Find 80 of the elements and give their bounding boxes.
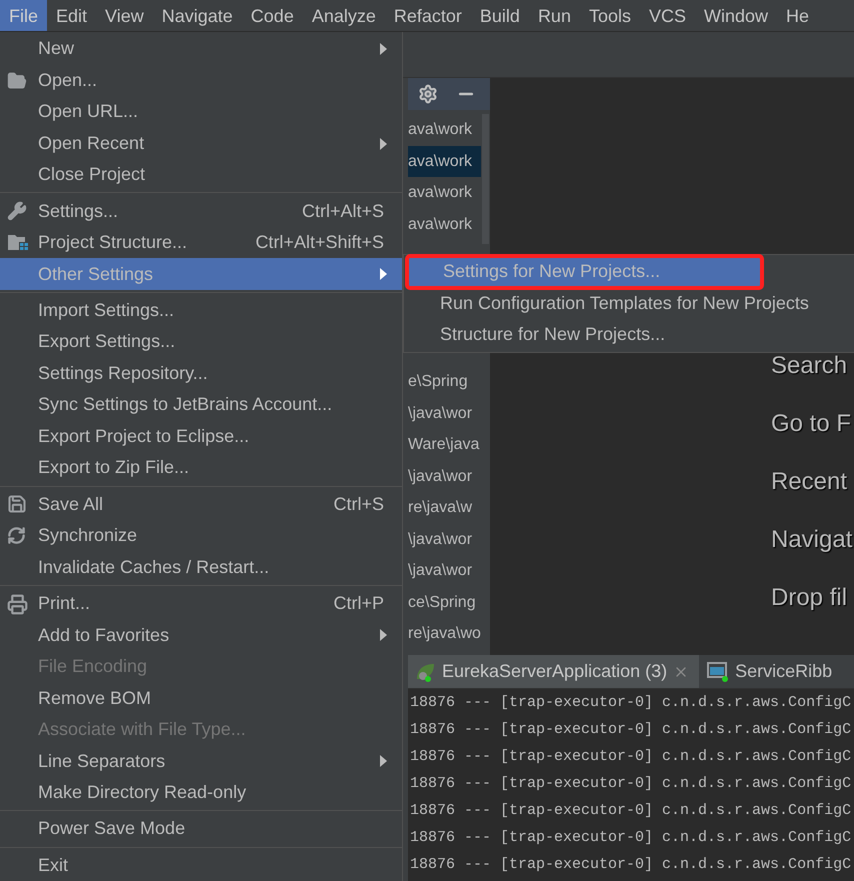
- folder-icon: [7, 70, 27, 90]
- menu-item[interactable]: Open Recent: [0, 128, 402, 159]
- menu-bar-item[interactable]: Code: [242, 0, 303, 31]
- menu-item[interactable]: Export Project to Eclipse...: [0, 420, 402, 452]
- menu-item[interactable]: Sync Settings to JetBrains Account...: [0, 389, 402, 421]
- menu-item[interactable]: Remove BOM: [0, 682, 402, 714]
- log-line: 18876 --- [trap-executor-0] c.n.d.s.r.aws.ConfigC: [410, 801, 852, 821]
- menu-item[interactable]: Add to Favorites: [0, 619, 402, 651]
- menu-item[interactable]: Power Save Mode: [0, 813, 402, 845]
- menu-bar-item[interactable]: VCS: [640, 0, 696, 31]
- menu-item[interactable]: Close Project: [0, 159, 402, 190]
- scrollbar[interactable]: [482, 114, 489, 244]
- shortcut: Ctrl+Alt+S: [302, 200, 384, 223]
- project-path[interactable]: ava\work: [408, 114, 481, 146]
- project-path[interactable]: \java\wor: [408, 555, 481, 586]
- log-line: 18876 --- [trap-executor-0] c.n.d.s.r.aws.ConfigC: [410, 720, 852, 740]
- menu-item[interactable]: Settings... Ctrl+Alt+S: [0, 195, 402, 227]
- folder-grid-icon: [7, 232, 29, 251]
- shortcut: Ctrl+P: [333, 592, 384, 616]
- log-line: 18876 --- [trap-executor-0] c.n.d.s.r.aws.ConfigC: [410, 828, 852, 848]
- sync-icon: [7, 526, 26, 545]
- log-line: 18876 --- [trap-executor-0] c.n.d.s.r.aws.ConfigC: [410, 747, 852, 767]
- welcome-hint: Recent: [771, 467, 848, 497]
- menu-bar-item[interactable]: Window: [695, 0, 778, 31]
- menu-bar-item[interactable]: View: [96, 0, 153, 31]
- menu-item[interactable]: Export Settings...: [0, 326, 402, 358]
- menu-bar-item[interactable]: Run: [528, 0, 580, 31]
- tab-label: EurekaServerApplication (3): [442, 660, 668, 683]
- menu-item[interactable]: New: [0, 33, 402, 64]
- menu-item[interactable]: Import Settings...: [0, 294, 402, 326]
- log-line: 18876 --- [trap-executor-0] c.n.d.s.r.aws.ConfigC: [410, 774, 852, 794]
- project-path[interactable]: ce\Spring: [408, 586, 481, 618]
- menu-item[interactable]: Settings Repository...: [0, 358, 402, 390]
- menu-item[interactable]: Run Configuration Templates for New Projects: [404, 288, 854, 319]
- printer-icon: [7, 594, 28, 615]
- wrench-icon: [7, 201, 27, 222]
- menu-item[interactable]: Print... Ctrl+P: [0, 588, 402, 620]
- save-icon: [7, 494, 27, 514]
- menu-bar-item[interactable]: Tools: [580, 0, 640, 31]
- project-path[interactable]: e\Spring: [408, 366, 481, 398]
- menu-item[interactable]: Open URL...: [0, 96, 402, 128]
- menu-bar-item[interactable]: Build: [470, 0, 529, 31]
- project-path[interactable]: re\java\wo: [408, 618, 481, 650]
- project-path[interactable]: Ware\java: [408, 429, 481, 460]
- project-path[interactable]: ava\work: [408, 177, 481, 208]
- menu-item[interactable]: Export to Zip File...: [0, 452, 402, 484]
- project-path[interactable]: \java\wor: [408, 460, 481, 492]
- shortcut: Ctrl+S: [333, 492, 384, 516]
- project-path[interactable]: ava\work: [408, 146, 481, 177]
- menu-item[interactable]: Save All Ctrl+S: [0, 488, 402, 520]
- project-path[interactable]: \java\wor: [408, 524, 481, 555]
- menu-bar-item[interactable]: Edit: [47, 0, 96, 31]
- menu-item[interactable]: Structure for New Projects...: [404, 319, 854, 350]
- menu-bar-item[interactable]: Refactor: [384, 0, 471, 31]
- console-tab[interactable]: ServiceRibb: [699, 655, 842, 688]
- window-icon: [705, 660, 730, 682]
- menu-item[interactable]: Project Structure... Ctrl+Alt+Shift+S: [0, 226, 402, 258]
- menu-bar-item[interactable]: Analyze: [302, 0, 385, 31]
- menu-item[interactable]: Line Separators: [0, 745, 402, 777]
- shortcut: Ctrl+Alt+Shift+S: [255, 231, 384, 254]
- welcome-hint: Navigat: [771, 525, 854, 555]
- menu-item[interactable]: Make Directory Read-only: [0, 776, 402, 808]
- menu-item[interactable]: Exit: [0, 849, 402, 881]
- menu-bar-item[interactable]: Navigate: [152, 0, 242, 31]
- welcome-hint: Go to F: [771, 409, 852, 439]
- menu-bar-item[interactable]: He: [777, 0, 818, 31]
- project-path[interactable]: ava\work: [408, 208, 481, 240]
- console-tab[interactable]: EurekaServerApplication (3): [408, 655, 700, 688]
- log-line: 18876 --- [trap-executor-0] c.n.d.s.r.aws.ConfigC: [410, 693, 852, 713]
- project-path[interactable]: \java\wor: [408, 398, 481, 429]
- menu-item[interactable]: Open...: [0, 64, 402, 96]
- project-path[interactable]: re\java\w: [408, 492, 481, 524]
- welcome-hint: Search: [771, 351, 848, 381]
- menu-item[interactable]: Invalidate Caches / Restart...: [0, 551, 402, 583]
- tab-label: ServiceRibb: [735, 660, 832, 683]
- menu-item[interactable]: Synchronize: [0, 520, 402, 552]
- log-line: 18876 --- [trap-executor-0] c.n.d.s.r.aws.ConfigC: [410, 855, 852, 875]
- welcome-hint: Drop fil: [771, 583, 848, 613]
- menu-bar-item[interactable]: File: [0, 0, 48, 31]
- settings-icon[interactable]: [418, 84, 438, 104]
